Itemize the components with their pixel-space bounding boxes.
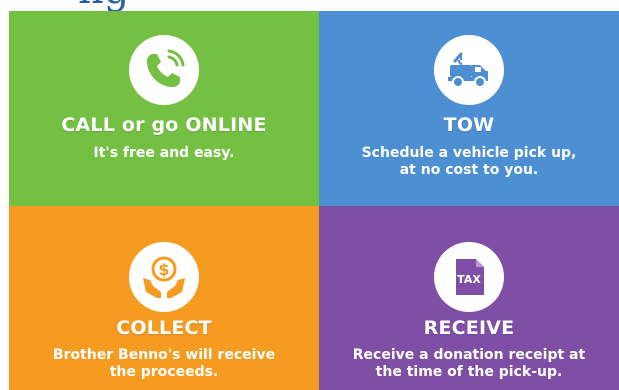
svg-text:TAX: TAX <box>457 273 481 286</box>
phone-icon <box>129 35 199 105</box>
step-receive-description: Receive a donation receipt at the time o… <box>352 347 586 380</box>
money-hands-icon: $ <box>129 242 199 312</box>
step-call-description: It's free and easy. <box>93 145 235 161</box>
step-tow-tile: TOW Schedule a vehicle pick up, at no co… <box>319 11 619 206</box>
step-collect-heading: COLLECT <box>116 317 212 339</box>
tax-receipt-icon: TAX <box>434 242 504 312</box>
step-receive-heading: RECEIVE <box>423 317 515 339</box>
svg-text:$: $ <box>158 260 169 279</box>
step-collect-tile: $ COLLECT Brother Benno's will receive t… <box>9 206 319 390</box>
step-call-tile: CALL or go ONLINE It's free and easy. <box>9 11 319 206</box>
partial-page-heading: ng <box>78 0 129 10</box>
step-receive-tile: TAX RECEIVE Receive a donation receipt a… <box>319 206 619 390</box>
step-call-heading: CALL or go ONLINE <box>61 114 267 136</box>
step-tow-description: Schedule a vehicle pick up, at no cost t… <box>361 145 577 178</box>
steps-grid: CALL or go ONLINE It's free and easy. TO… <box>9 11 619 390</box>
step-tow-heading: TOW <box>443 114 495 136</box>
step-collect-description: Brother Benno's will receive the proceed… <box>52 347 276 380</box>
tow-truck-icon <box>434 35 504 105</box>
